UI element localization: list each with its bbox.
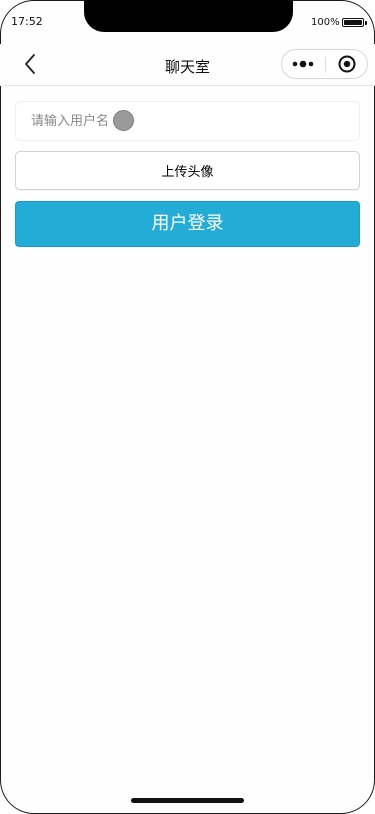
username-input[interactable] (31, 102, 125, 140)
status-time: 17:52 (11, 15, 43, 28)
battery-icon (342, 18, 364, 27)
battery-percentage: 100% (311, 17, 340, 28)
close-button[interactable] (330, 52, 364, 76)
capsule-divider (325, 57, 326, 73)
target-close-icon (338, 55, 356, 73)
battery-level-fill (344, 20, 362, 25)
mini-program-capsule (281, 49, 368, 79)
more-button[interactable] (288, 54, 322, 74)
device-notch (84, 0, 293, 32)
login-button[interactable]: 用户登录 (15, 201, 360, 247)
more-dots-icon (292, 60, 314, 68)
username-field-container (15, 101, 360, 141)
avatar (113, 110, 134, 131)
home-indicator[interactable] (131, 798, 244, 803)
battery-tip (365, 21, 367, 25)
upload-avatar-button[interactable]: 上传头像 (15, 151, 360, 190)
phone-screen: 17:52 100% 聊天室 请输入用户名 上传头像 用户登录 (0, 0, 375, 814)
navigation-bar: 聊天室 (0, 44, 375, 86)
